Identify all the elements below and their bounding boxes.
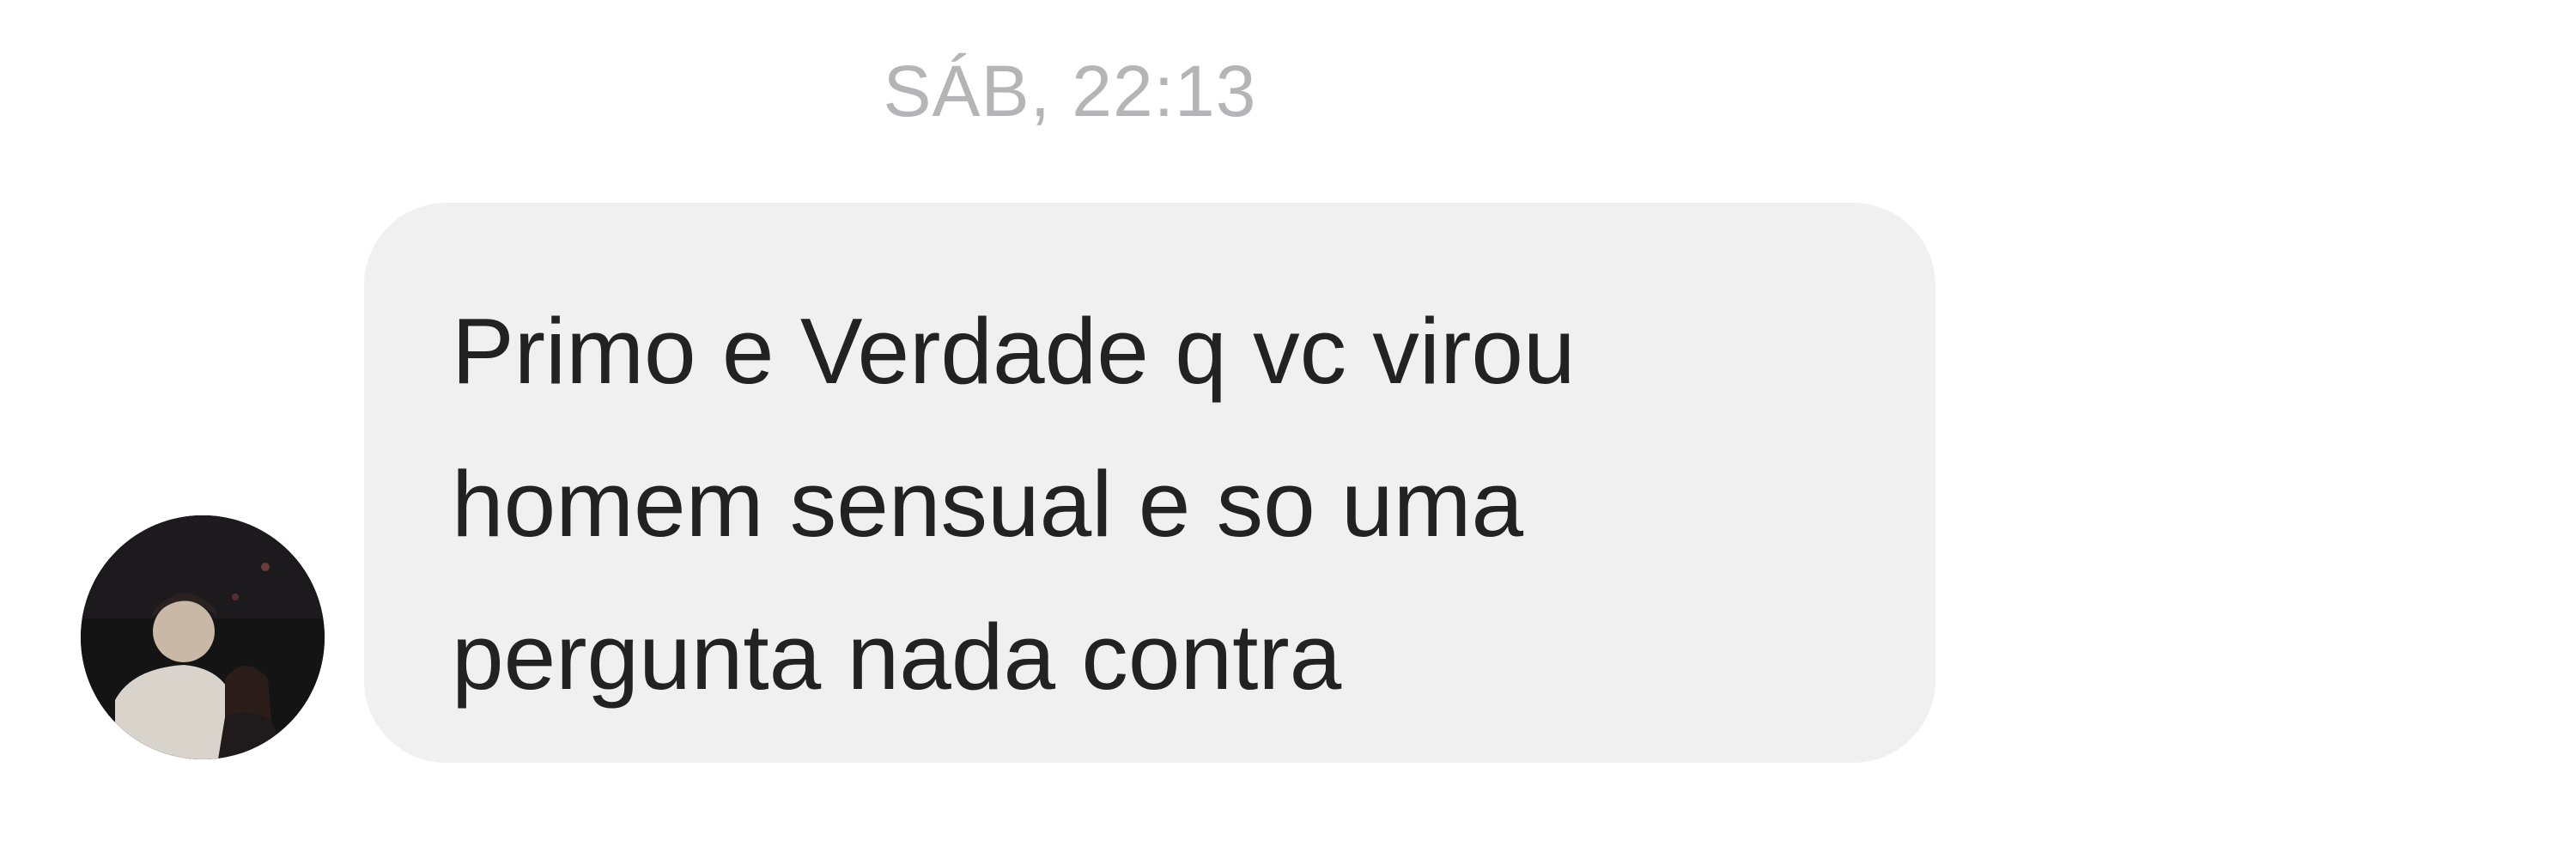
message-timestamp: SÁB, 22:13	[883, 51, 1257, 131]
incoming-message-bubble[interactable]: Primo e Verdade q vc virou homem sensual…	[364, 203, 1935, 763]
sender-avatar[interactable]	[81, 515, 325, 759]
message-text: Primo e Verdade q vc virou homem sensual…	[452, 299, 1576, 710]
avatar-photo-icon	[81, 515, 325, 759]
